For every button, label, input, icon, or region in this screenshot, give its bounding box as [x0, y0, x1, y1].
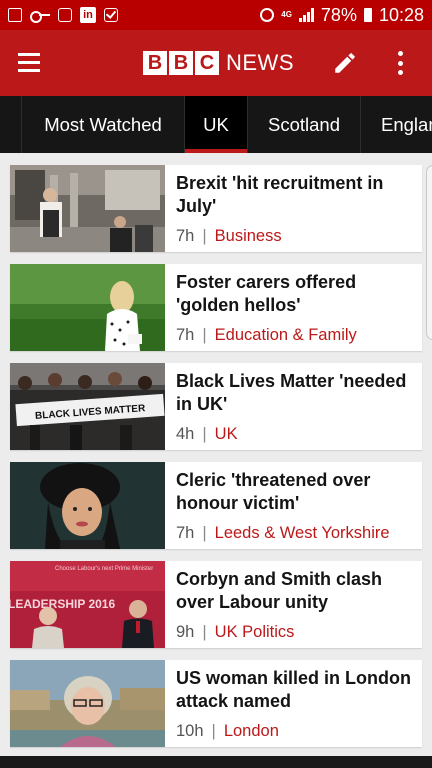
story-list: Brexit 'hit recruitment in July' 7h | Busi…: [0, 153, 432, 768]
story-card[interactable]: BLACK LIVES MATTER Black Lives Matter 'n…: [10, 363, 422, 450]
tab-uk[interactable]: UK: [185, 96, 247, 153]
story-meta: 4h | UK: [176, 424, 238, 444]
story-topic-link[interactable]: Business: [215, 227, 282, 245]
key-icon: [30, 10, 50, 23]
alarm-icon: [260, 8, 275, 22]
story-thumbnail: [10, 660, 165, 747]
story-topic-link[interactable]: Education & Family: [215, 326, 357, 344]
story-card[interactable]: US woman killed in London attack named 1…: [10, 660, 422, 747]
edge-panel-handle[interactable]: [426, 165, 432, 340]
story-title: US woman killed in London attack named: [176, 668, 412, 711]
meta-separator: |: [202, 623, 207, 641]
network-icon: 4G: [281, 10, 292, 19]
story-card[interactable]: Cleric 'threatened over honour victim' 7…: [10, 462, 422, 549]
story-title: Cleric 'threatened over honour victim': [176, 470, 371, 513]
story-age: 7h: [176, 326, 195, 344]
story-topic-link[interactable]: UK Politics: [215, 623, 295, 641]
meta-separator: |: [202, 227, 207, 245]
story-title: Corbyn and Smith clash over Labour unity: [176, 569, 383, 612]
tab-most-watched[interactable]: Most Watched: [22, 96, 184, 153]
story-age: 9h: [176, 623, 195, 641]
logo-letter: B: [143, 51, 167, 75]
story-topic-link[interactable]: London: [224, 722, 279, 740]
section-tabs: Most Watched UK Scotland England: [0, 96, 432, 153]
tab-previous[interactable]: [0, 96, 3, 153]
story-meta: 7h | Leeds & West Yorkshire: [176, 523, 390, 543]
story-thumbnail: [10, 165, 165, 252]
story-thumbnail: [10, 462, 165, 549]
checkbox-icon: [104, 8, 118, 22]
bottom-edge: [0, 756, 432, 768]
story-title: Brexit 'hit recruitment in July': [176, 173, 384, 216]
story-meta: 7h | Education & Family: [176, 325, 357, 345]
square-icon: [58, 8, 72, 22]
meta-separator: |: [211, 722, 216, 740]
story-topic-link[interactable]: Leeds & West Yorkshire: [215, 524, 390, 542]
more-options-icon[interactable]: [394, 48, 406, 78]
battery-icon: [363, 8, 372, 22]
edit-icon[interactable]: [332, 50, 358, 76]
story-meta: 7h | Business: [176, 226, 282, 246]
banner-big-text: LEADERSHIP 2016: [10, 597, 115, 611]
bbc-news-logo: B B C NEWS: [143, 50, 294, 76]
story-thumbnail: Choose Labour's next Prime Minister LEAD…: [10, 561, 165, 648]
signal-icon: [298, 8, 314, 22]
menu-icon[interactable]: [18, 53, 40, 72]
story-card[interactable]: Foster carers offered 'golden hellos' 7h…: [10, 264, 422, 351]
meta-separator: |: [202, 425, 207, 443]
story-age: 7h: [176, 524, 195, 542]
logo-letter: C: [195, 51, 219, 75]
logo-letter: B: [169, 51, 193, 75]
story-age: 4h: [176, 425, 195, 443]
story-meta: 10h | London: [176, 721, 279, 741]
banner-small-text: Choose Labour's next Prime Minister: [55, 566, 153, 572]
story-thumbnail: [10, 264, 165, 351]
story-meta: 9h | UK Politics: [176, 622, 294, 642]
status-bar: in 4G 78% 10:28: [0, 0, 432, 30]
tab-england[interactable]: England: [361, 96, 432, 153]
screenshot-icon: [8, 8, 22, 22]
meta-separator: |: [202, 326, 207, 344]
story-thumbnail: BLACK LIVES MATTER: [10, 363, 165, 450]
clock: 10:28: [378, 4, 424, 25]
story-age: 7h: [176, 227, 195, 245]
story-topic-link[interactable]: UK: [215, 425, 238, 443]
battery-percent: 78%: [320, 4, 357, 25]
app-bar: B B C NEWS: [0, 30, 432, 96]
meta-separator: |: [202, 524, 207, 542]
story-card[interactable]: Choose Labour's next Prime Minister LEAD…: [10, 561, 422, 648]
logo-news-text: NEWS: [226, 50, 294, 75]
story-title: Black Lives Matter 'needed in UK': [176, 371, 407, 414]
story-age: 10h: [176, 722, 204, 740]
tab-scotland[interactable]: Scotland: [248, 96, 360, 153]
linkedin-icon: in: [80, 7, 96, 23]
story-title: Foster carers offered 'golden hellos': [176, 272, 357, 315]
story-card[interactable]: Brexit 'hit recruitment in July' 7h | Busi…: [10, 165, 422, 252]
